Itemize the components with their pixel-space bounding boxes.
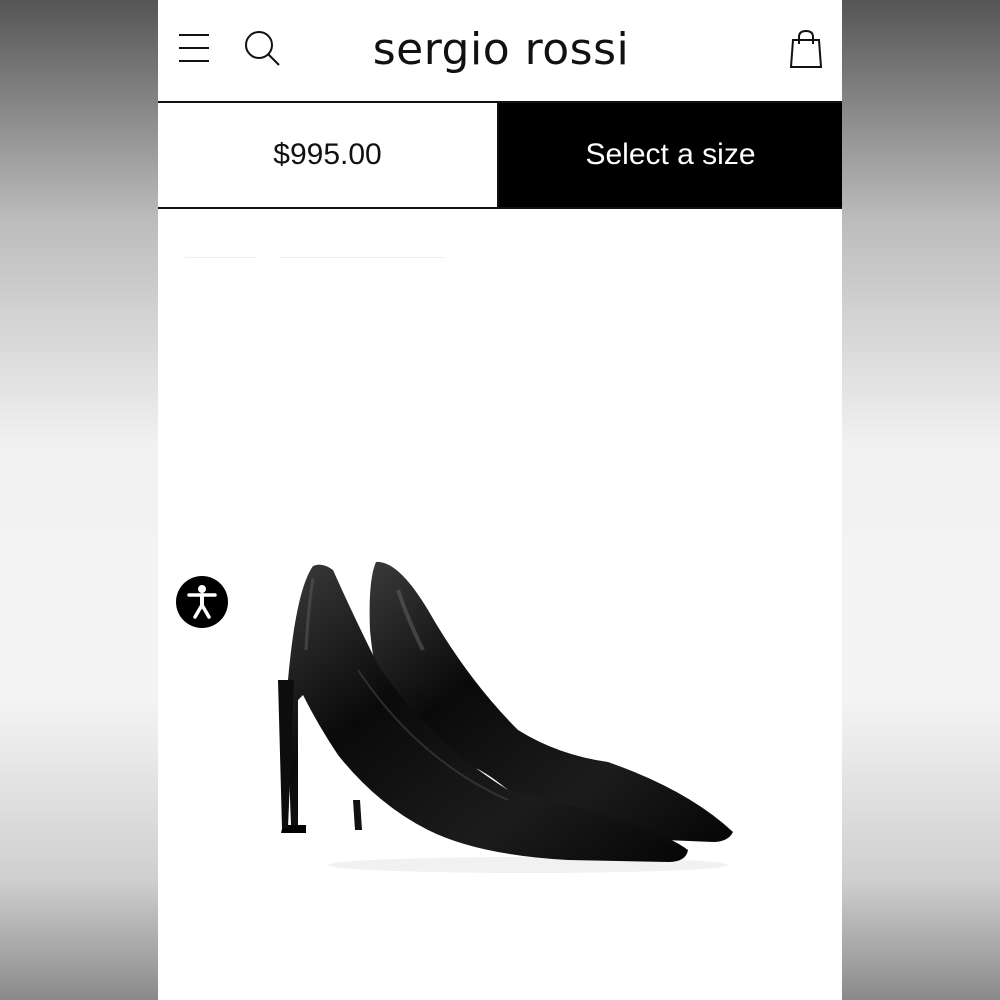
select-size-button[interactable]: Select a size — [499, 103, 842, 207]
backdrop-left — [0, 0, 158, 1000]
tab-indicator-line — [185, 257, 257, 258]
product-price: $995.00 — [158, 103, 499, 207]
search-button[interactable] — [242, 28, 282, 68]
shopping-bag-icon — [789, 29, 823, 68]
accessibility-icon — [187, 585, 217, 619]
tab-indicator-line — [280, 257, 445, 258]
buy-bar: $995.00 Select a size — [158, 103, 842, 209]
site-header: sergio rossi — [158, 0, 842, 103]
product-page: sergio rossi $995.00 Select a size — [158, 0, 842, 1000]
backdrop-right — [842, 0, 1000, 1000]
brand-logo[interactable]: sergio rossi — [341, 20, 661, 80]
black-patent-pumps-image[interactable] — [258, 550, 758, 880]
accessibility-button[interactable] — [176, 576, 228, 628]
shopping-bag-button[interactable] — [788, 28, 824, 70]
search-icon — [245, 31, 280, 66]
hamburger-menu-icon — [179, 34, 209, 62]
menu-button[interactable] — [176, 30, 212, 66]
